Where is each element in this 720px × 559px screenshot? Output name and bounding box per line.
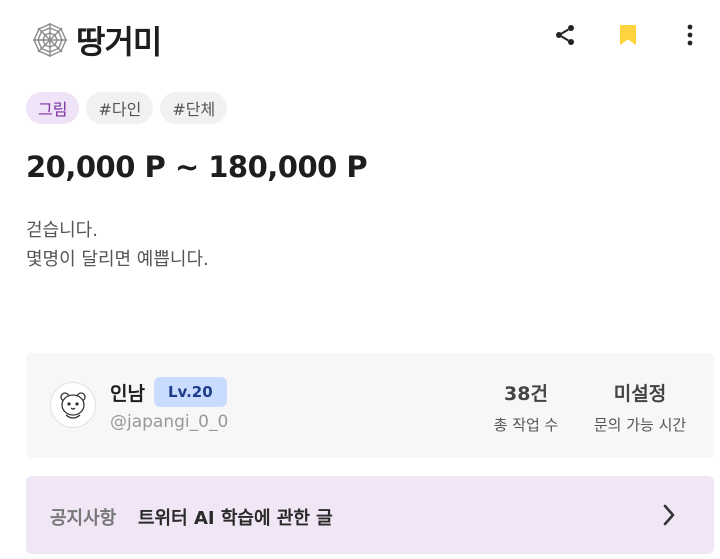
tag-list: 그림 #다인 #단체 [26,92,228,124]
description-line: 몇명이 달리면 예쁩니다. [26,249,209,270]
stat-total-works: 38건 총 작업 수 [486,379,566,435]
bookmark-icon [617,23,639,51]
avatar[interactable] [50,382,96,428]
stat-contact-hours: 미설정 문의 가능 시간 [582,379,698,435]
chevron-right-icon [656,502,682,528]
tag-category[interactable]: 그림 [26,92,80,124]
tag-item[interactable]: #다인 [86,92,154,124]
top-header: 땅거미 [0,0,720,80]
title-area: 땅거미 [30,17,162,63]
profile-card[interactable]: 인남 Lv.20 @japangi_0_0 38건 총 작업 수 미설정 문의 … [26,353,714,458]
stat-label: 총 작업 수 [493,416,559,434]
level-badge: Lv.20 [154,377,227,407]
share-button[interactable] [550,22,580,52]
notice-banner[interactable]: 공지사항 트위터 AI 학습에 관한 글 [26,476,714,554]
notice-text: 트위터 AI 학습에 관한 글 [138,508,333,529]
more-options-button[interactable] [675,22,705,52]
page-title: 땅거미 [76,23,162,61]
description-line: 걷습니다. [26,220,98,241]
user-name[interactable]: 인남 [110,379,145,406]
share-icon [553,23,577,51]
notice-label: 공지사항 [50,508,117,529]
stat-value: 미설정 [613,383,667,405]
description: 걷습니다. 몇명이 달리면 예쁩니다. [26,216,209,274]
stat-value: 38건 [504,383,548,405]
more-vertical-icon [686,23,694,51]
stat-label: 문의 가능 시간 [593,416,687,434]
price-range: 20,000 P ~ 180,000 P [26,150,368,184]
tag-item[interactable]: #단체 [160,92,228,124]
spider-web-icon [30,20,70,60]
user-handle: @japangi_0_0 [110,412,229,432]
bookmark-button[interactable] [613,22,643,52]
